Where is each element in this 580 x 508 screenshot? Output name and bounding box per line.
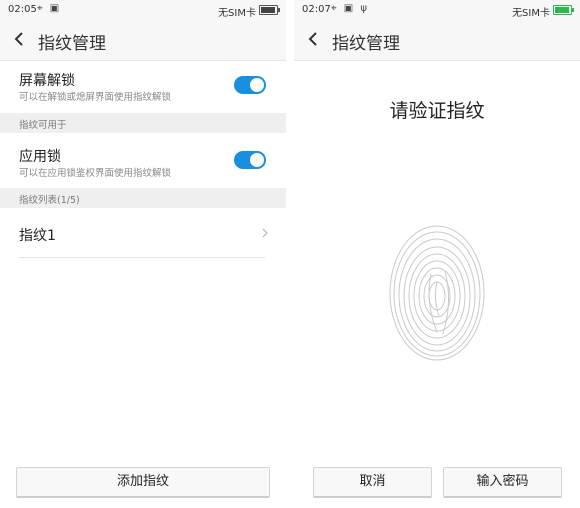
screen-unlock-title: 屏幕解锁 bbox=[19, 73, 75, 89]
section-usage-label: 指纹可用于 bbox=[19, 120, 67, 131]
status-bar: 02:05 ⌖ ▣ 无SIM卡 bbox=[0, 0, 286, 20]
status-time: 02:07 bbox=[302, 4, 331, 15]
status-icons: ⌖ ▣ bbox=[37, 3, 62, 14]
app-bar: 指纹管理 bbox=[0, 20, 286, 61]
app-lock-row: 应用锁 可以在应用锁鉴权界面使用指纹解锁 bbox=[0, 133, 286, 187]
status-time: 02:05 bbox=[8, 4, 37, 15]
status-carrier: 无SIM卡 bbox=[218, 8, 256, 19]
verify-title: 请验证指纹 bbox=[389, 100, 485, 122]
screenshot-divider bbox=[286, 0, 294, 508]
back-arrow-icon[interactable] bbox=[304, 29, 324, 49]
chevron-right-icon bbox=[262, 228, 268, 238]
section-header-list: 指纹列表(1/5) bbox=[0, 188, 286, 208]
fingerprint-settings-screen: 02:05 ⌖ ▣ 无SIM卡 指纹管理 屏幕解锁 可以在解锁或熄屏界面使用指纹… bbox=[0, 0, 286, 508]
back-arrow-icon[interactable] bbox=[10, 29, 30, 49]
status-icons: ⌖ ▣ ψ bbox=[331, 3, 370, 14]
status-bar: 02:07 ⌖ ▣ ψ 无SIM卡 bbox=[294, 0, 580, 20]
fingerprint-name: 指纹1 bbox=[19, 228, 56, 244]
screen-unlock-subtitle: 可以在解锁或熄屏界面使用指纹解锁 bbox=[19, 92, 172, 103]
app-lock-subtitle: 可以在应用锁鉴权界面使用指纹解锁 bbox=[19, 168, 172, 179]
battery-icon bbox=[259, 5, 280, 15]
app-lock-toggle[interactable] bbox=[234, 151, 266, 169]
page-title: 指纹管理 bbox=[38, 34, 106, 54]
list-divider bbox=[19, 257, 265, 258]
page-title: 指纹管理 bbox=[332, 34, 400, 54]
section-list-label: 指纹列表(1/5) bbox=[19, 195, 80, 206]
add-fingerprint-button[interactable]: 添加指纹 bbox=[16, 467, 270, 498]
battery-icon bbox=[553, 5, 574, 15]
app-bar: 指纹管理 bbox=[294, 20, 580, 61]
app-lock-title: 应用锁 bbox=[19, 149, 61, 165]
fingerprint-verify-screen: 02:07 ⌖ ▣ ψ 无SIM卡 指纹管理 请验证指纹 取消 输入密码 bbox=[294, 0, 580, 508]
status-carrier: 无SIM卡 bbox=[512, 8, 550, 19]
screen-unlock-toggle[interactable] bbox=[234, 76, 266, 94]
screen-unlock-row: 屏幕解锁 可以在解锁或熄屏界面使用指纹解锁 bbox=[0, 61, 286, 113]
cancel-button[interactable]: 取消 bbox=[313, 467, 432, 498]
enter-password-button[interactable]: 输入密码 bbox=[443, 467, 562, 498]
fingerprint-icon bbox=[389, 225, 485, 361]
fingerprint-list-item[interactable]: 指纹1 bbox=[0, 210, 286, 256]
section-header-usage: 指纹可用于 bbox=[0, 113, 286, 133]
